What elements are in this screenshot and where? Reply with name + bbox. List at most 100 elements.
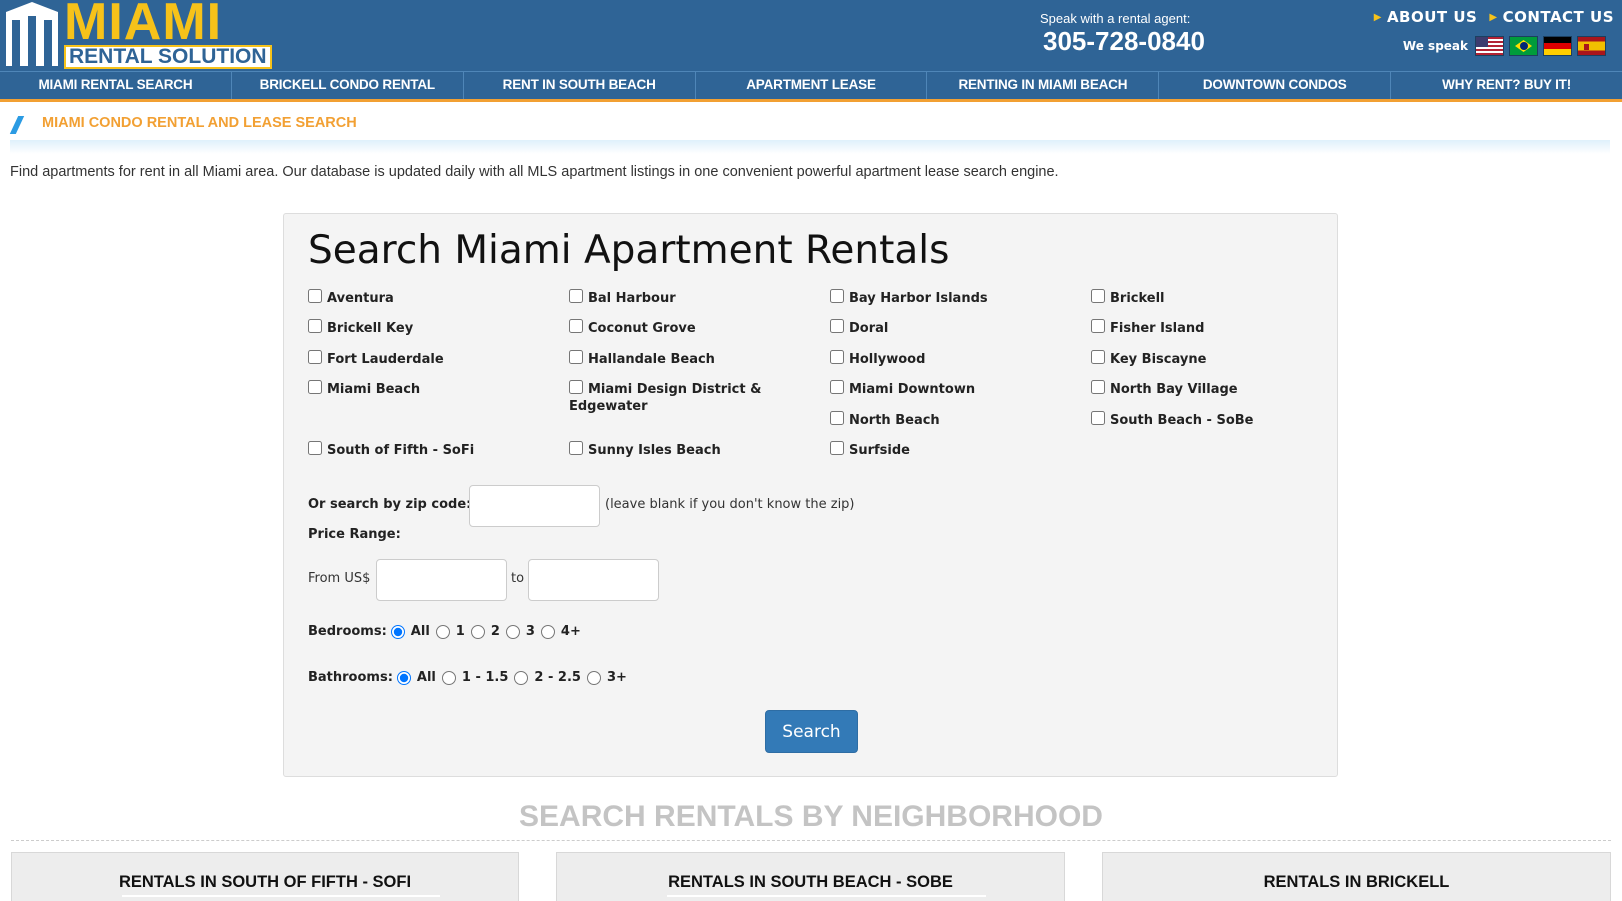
top-links: ▶ ABOUT US ▶ CONTACT US — [1374, 8, 1614, 26]
checkbox-label: Fort Lauderdale — [327, 352, 444, 367]
bathrooms-radio-2-2.5[interactable] — [514, 670, 529, 685]
zip-code-input[interactable] — [469, 485, 600, 527]
nav-item-renting-in-miami-beach[interactable]: RENTING IN MIAMI BEACH — [927, 72, 1160, 99]
radio-label: 1 - 1.5 — [461, 670, 509, 685]
bedrooms-radio-2[interactable] — [470, 624, 485, 639]
checkbox[interactable] — [308, 289, 322, 303]
neighborhood-card-sobe[interactable]: RENTALS IN SOUTH BEACH - SOBE — [556, 852, 1065, 901]
checkbox[interactable] — [308, 319, 322, 333]
checkbox[interactable] — [569, 380, 583, 394]
checkbox[interactable] — [308, 350, 322, 364]
neighborhood-checkbox-north-bay-village[interactable]: North Bay Village — [1091, 380, 1331, 398]
checkbox[interactable] — [830, 319, 844, 333]
neighborhood-checkbox-hallandale-beach[interactable]: Hallandale Beach — [569, 350, 809, 368]
language-selector: We speak — [1403, 36, 1606, 56]
checkbox[interactable] — [1091, 319, 1105, 333]
radio-label: All — [416, 670, 436, 685]
checkbox-label: Fisher Island — [1110, 321, 1205, 336]
checkbox[interactable] — [830, 289, 844, 303]
germany-flag-icon[interactable] — [1543, 36, 1572, 56]
spain-flag-icon[interactable] — [1577, 36, 1606, 56]
neighborhood-checkbox-bal-harbour[interactable]: Bal Harbour — [569, 289, 809, 307]
neighborhood-section-title: SEARCH RENTALS BY NEIGHBORHOOD — [519, 800, 1103, 833]
checkbox-label: North Bay Village — [1110, 382, 1238, 397]
price-from-label: From US$ — [308, 571, 371, 586]
neighborhood-card-brickell[interactable]: RENTALS IN BRICKELL — [1102, 852, 1611, 901]
search-button[interactable]: Search — [765, 710, 858, 753]
price-to-input[interactable] — [528, 559, 659, 601]
checkbox[interactable] — [830, 380, 844, 394]
bathrooms-radio-all[interactable] — [396, 670, 411, 685]
triangle-right-icon: ▶ — [1373, 11, 1382, 23]
checkbox-label: Bal Harbour — [588, 291, 676, 306]
nav-item-rent-in-south-beach[interactable]: RENT IN SOUTH BEACH — [464, 72, 696, 99]
checkbox-label: Hallandale Beach — [588, 352, 715, 367]
checkbox[interactable] — [830, 411, 844, 425]
bedrooms-label: Bedrooms: — [308, 624, 387, 639]
nav-item-brickell-condo-rental[interactable]: BRICKELL CONDO RENTAL — [232, 72, 464, 99]
neighborhood-card-sofi[interactable]: RENTALS IN SOUTH OF FIFTH - SOFI — [11, 852, 519, 901]
contact-us-link[interactable]: ▶ CONTACT US — [1489, 8, 1614, 26]
checkbox-label: Sunny Isles Beach — [588, 443, 721, 458]
nav-item-downtown-condos[interactable]: DOWNTOWN CONDOS — [1159, 72, 1392, 99]
neighborhood-checkbox-bay-harbor-islands[interactable]: Bay Harbor Islands — [830, 289, 1070, 307]
checkbox[interactable] — [569, 350, 583, 364]
site-logo[interactable]: MIAMI RENTAL SOLUTION — [4, 0, 272, 69]
neighborhood-checkbox-brickell-key[interactable]: Brickell Key — [308, 319, 548, 337]
neighborhood-checkbox-south-beach-sobe[interactable]: South Beach - SoBe — [1091, 411, 1331, 429]
agent-phone[interactable]: 305-728-0840 — [1043, 26, 1250, 56]
bedrooms-radio-all[interactable] — [390, 624, 405, 639]
neighborhood-checkbox-key-biscayne[interactable]: Key Biscayne — [1091, 350, 1331, 368]
price-from-input[interactable] — [376, 559, 507, 601]
checkbox[interactable] — [1091, 411, 1105, 425]
nav-item-why-rent-buy-it[interactable]: WHY RENT? BUY IT! — [1391, 72, 1622, 99]
neighborhood-checkbox-aventura[interactable]: Aventura — [308, 289, 548, 307]
checkbox[interactable] — [569, 289, 583, 303]
checkbox[interactable] — [1091, 380, 1105, 394]
checkbox[interactable] — [308, 380, 322, 394]
neighborhood-checkbox-brickell[interactable]: Brickell — [1091, 289, 1331, 307]
bedrooms-radio-4plus[interactable] — [540, 624, 555, 639]
neighborhood-checkbox-fort-lauderdale[interactable]: Fort Lauderdale — [308, 350, 548, 368]
about-us-link[interactable]: ▶ ABOUT US — [1374, 8, 1478, 26]
neighborhood-checkbox-doral[interactable]: Doral — [830, 319, 1070, 337]
checkbox-label: Miami Beach — [327, 382, 421, 397]
logo-subtitle: RENTAL SOLUTION — [64, 45, 272, 69]
neighborhood-checkbox-miami-beach[interactable]: Miami Beach — [308, 380, 548, 398]
neighborhood-checkbox-miami-downtown[interactable]: Miami Downtown — [830, 380, 1070, 398]
neighborhood-checkbox-north-beach[interactable]: North Beach — [830, 411, 1070, 429]
bedrooms-radio-1[interactable] — [435, 624, 450, 639]
slash-decoration-icon — [9, 116, 25, 134]
checkbox-label: Aventura — [327, 291, 394, 306]
main-nav: MIAMI RENTAL SEARCH BRICKELL CONDO RENTA… — [0, 71, 1622, 102]
zip-label: Or search by zip code: — [308, 497, 472, 512]
neighborhood-checkbox-surfside[interactable]: Surfside — [830, 441, 1070, 459]
checkbox[interactable] — [830, 441, 844, 455]
title-divider — [10, 140, 1610, 154]
us-flag-icon[interactable] — [1475, 36, 1504, 56]
neighborhood-checkbox-miami-design-district[interactable]: Miami Design District & Edgewater — [569, 380, 769, 415]
brazil-flag-icon[interactable] — [1509, 36, 1538, 56]
checkbox[interactable] — [569, 319, 583, 333]
agent-contact: Speak with a rental agent: 305-728-0840 — [1000, 11, 1250, 56]
neighborhood-checkbox-south-of-fifth-sofi[interactable]: South of Fifth - SoFi — [308, 441, 548, 459]
checkbox[interactable] — [569, 441, 583, 455]
checkbox[interactable] — [1091, 289, 1105, 303]
card-underline — [122, 895, 440, 897]
checkbox[interactable] — [308, 441, 322, 455]
neighborhood-checkbox-hollywood[interactable]: Hollywood — [830, 350, 1070, 368]
bathrooms-radio-1-1.5[interactable] — [441, 670, 456, 685]
neighborhood-checkbox-sunny-isles-beach[interactable]: Sunny Isles Beach — [569, 441, 809, 459]
checkbox[interactable] — [830, 350, 844, 364]
bedrooms-radio-group: Bedrooms: All 1 2 3 4+ — [308, 624, 583, 639]
checkbox[interactable] — [1091, 350, 1105, 364]
checkbox-label: South Beach - SoBe — [1110, 413, 1254, 428]
bathrooms-radio-3plus[interactable] — [586, 670, 601, 685]
neighborhood-checkbox-fisher-island[interactable]: Fisher Island — [1091, 319, 1331, 337]
bedrooms-radio-3[interactable] — [505, 624, 520, 639]
intro-text: Find apartments for rent in all Miami ar… — [10, 164, 1059, 180]
nav-item-apartment-lease[interactable]: APARTMENT LEASE — [696, 72, 928, 99]
checkbox-label: Key Biscayne — [1110, 352, 1207, 367]
nav-item-miami-rental-search[interactable]: MIAMI RENTAL SEARCH — [0, 72, 232, 99]
neighborhood-checkbox-coconut-grove[interactable]: Coconut Grove — [569, 319, 809, 337]
